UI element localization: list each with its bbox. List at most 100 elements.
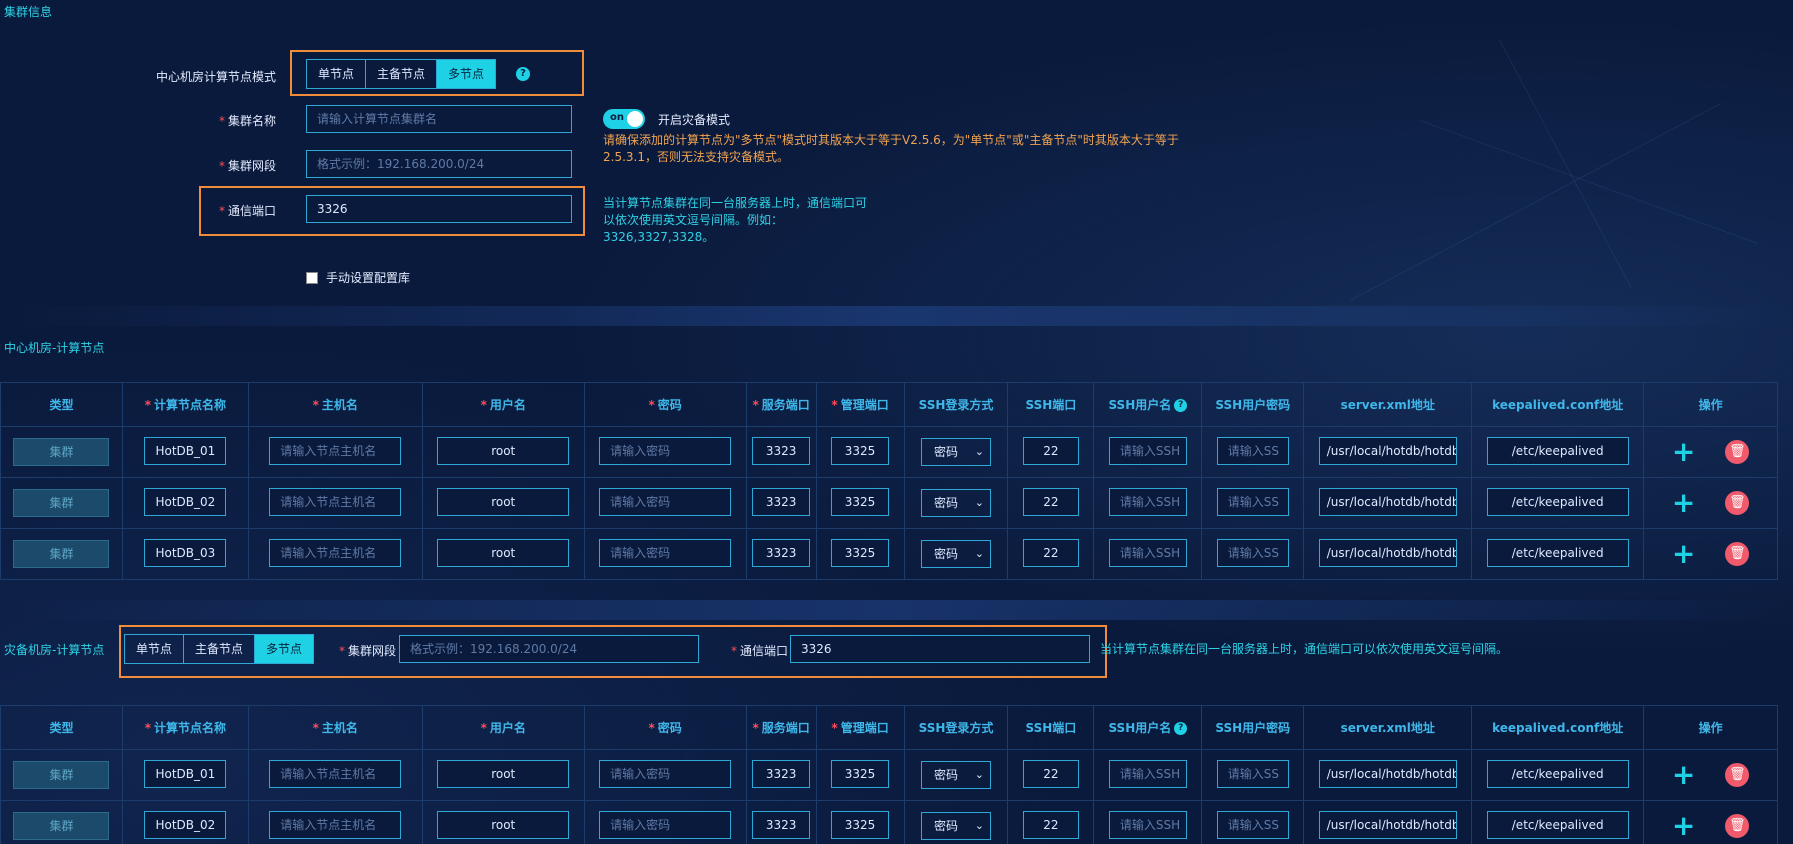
trash-icon[interactable]: 🗑	[1725, 763, 1750, 787]
username-input[interactable]: root	[437, 810, 570, 839]
ssh-password-input[interactable]: 请输入SS	[1216, 436, 1289, 465]
ssh-method-select[interactable]: 密码 ⌄	[920, 540, 991, 568]
plus-icon[interactable]: +	[1672, 438, 1695, 466]
dr-port-input[interactable]: 3326	[790, 635, 1090, 663]
username-input[interactable]: root	[437, 759, 570, 788]
keepalived-input[interactable]: /etc/keepalived	[1486, 487, 1629, 516]
manage-port-input[interactable]: 3325	[831, 759, 890, 788]
dr-mode-option-multi[interactable]: 多节点	[255, 635, 314, 663]
ssh-user-input[interactable]: 请输入SSH	[1108, 810, 1187, 839]
ssh-password-input[interactable]: 请输入SS	[1216, 538, 1289, 567]
server-xml-input[interactable]: /usr/local/hotdb/hotdb	[1318, 538, 1457, 567]
type-button[interactable]: 集群	[13, 812, 110, 840]
ssh-method-select[interactable]: 密码 ⌄	[920, 812, 991, 840]
manage-port-input[interactable]: 3325	[831, 436, 890, 465]
trash-icon[interactable]: 🗑	[1725, 440, 1750, 464]
mode-option-master-slave[interactable]: 主备节点	[366, 60, 438, 88]
ssh-port-input[interactable]: 22	[1022, 436, 1079, 465]
server-xml-input[interactable]: /usr/local/hotdb/hotdb	[1318, 436, 1457, 465]
trash-icon[interactable]: 🗑	[1725, 542, 1750, 566]
plus-icon[interactable]: +	[1672, 812, 1695, 840]
ssh-port-input[interactable]: 22	[1022, 759, 1079, 788]
center-mode-segmented[interactable]: 单节点 主备节点 多节点	[306, 59, 497, 89]
help-icon[interactable]: ?	[1174, 722, 1188, 735]
keepalived-input[interactable]: /etc/keepalived	[1486, 810, 1629, 839]
password-input[interactable]: 请输入密码	[599, 810, 732, 839]
username-input[interactable]: root	[437, 538, 570, 567]
dr-mode-segmented[interactable]: 单节点 主备节点 多节点	[124, 634, 315, 664]
ssh-method-select[interactable]: 密码 ⌄	[920, 761, 991, 789]
ssh-password-input[interactable]: 请输入SS	[1216, 487, 1289, 516]
hostname-input[interactable]: 请输入节点主机名	[269, 810, 402, 839]
table-cell: 请输入节点主机名	[247, 800, 423, 844]
type-button[interactable]: 集群	[13, 438, 110, 466]
hostname-input[interactable]: 请输入节点主机名	[269, 538, 402, 567]
node-name-input[interactable]: HotDB_03	[144, 538, 227, 567]
service-port-input[interactable]: 3323	[752, 487, 811, 516]
plus-icon[interactable]: +	[1672, 540, 1695, 568]
node-name-input[interactable]: HotDB_01	[144, 759, 227, 788]
ssh-port-input[interactable]: 22	[1022, 487, 1079, 516]
keepalived-input[interactable]: /etc/keepalived	[1486, 759, 1629, 788]
ssh-user-input[interactable]: 请输入SSH	[1108, 759, 1187, 788]
password-input[interactable]: 请输入密码	[599, 436, 732, 465]
password-input[interactable]: 请输入密码	[599, 538, 732, 567]
cluster-segment-input[interactable]: 格式示例：192.168.200.0/24	[306, 150, 572, 178]
server-xml-input[interactable]: /usr/local/hotdb/hotdb	[1318, 487, 1457, 516]
plus-icon[interactable]: +	[1672, 761, 1695, 789]
hostname-input[interactable]: 请输入节点主机名	[269, 759, 402, 788]
manual-config-checkbox[interactable]	[306, 272, 318, 284]
hostname-input[interactable]: 请输入节点主机名	[269, 487, 402, 516]
mode-option-multi[interactable]: 多节点	[437, 60, 496, 88]
node-name-input[interactable]: HotDB_02	[144, 487, 227, 516]
keepalived-input[interactable]: /etc/keepalived	[1486, 538, 1629, 567]
keepalived-input[interactable]: /etc/keepalived	[1486, 436, 1629, 465]
dr-mode-option-master-slave[interactable]: 主备节点	[184, 635, 256, 663]
column-header: SSH用户密码	[1201, 705, 1305, 750]
dr-mode-toggle[interactable]: on	[603, 109, 645, 129]
node-name-input[interactable]: HotDB_01	[144, 436, 227, 465]
username-input[interactable]: root	[437, 487, 570, 516]
hostname-input[interactable]: 请输入节点主机名	[269, 436, 402, 465]
table-cell: 密码 ⌄	[903, 528, 1009, 580]
ssh-user-input[interactable]: 请输入SSH	[1108, 538, 1187, 567]
password-input[interactable]: 请输入密码	[599, 487, 732, 516]
dr-segment-input[interactable]: 格式示例：192.168.200.0/24	[399, 635, 699, 663]
trash-icon[interactable]: 🗑	[1725, 491, 1750, 515]
manage-port-input[interactable]: 3325	[831, 487, 890, 516]
ssh-port-input[interactable]: 22	[1022, 538, 1079, 567]
type-button[interactable]: 集群	[13, 489, 110, 517]
server-xml-input[interactable]: /usr/local/hotdb/hotdb	[1318, 810, 1457, 839]
ssh-password-input[interactable]: 请输入SS	[1216, 810, 1289, 839]
toggle-knob	[627, 111, 643, 127]
ssh-user-input[interactable]: 请输入SSH	[1108, 487, 1187, 516]
service-port-input[interactable]: 3323	[752, 759, 811, 788]
ssh-user-input[interactable]: 请输入SSH	[1108, 436, 1187, 465]
ssh-port-input[interactable]: 22	[1022, 810, 1079, 839]
type-button[interactable]: 集群	[13, 540, 110, 568]
manage-port-input[interactable]: 3325	[831, 810, 890, 839]
manage-port-input[interactable]: 3325	[831, 538, 890, 567]
password-input[interactable]: 请输入密码	[599, 759, 732, 788]
ssh-method-select[interactable]: 密码 ⌄	[920, 489, 991, 517]
ssh-method-select[interactable]: 密码 ⌄	[920, 438, 991, 466]
service-port-input[interactable]: 3323	[752, 436, 811, 465]
trash-icon[interactable]: 🗑	[1725, 814, 1750, 838]
help-icon[interactable]: ?	[1174, 399, 1188, 412]
username-input[interactable]: root	[437, 436, 570, 465]
ssh-password-input[interactable]: 请输入SS	[1216, 759, 1289, 788]
mode-option-single[interactable]: 单节点	[307, 60, 367, 88]
port-input[interactable]: 3326	[306, 195, 572, 223]
dr-mode-option-single[interactable]: 单节点	[125, 635, 185, 663]
plus-icon[interactable]: +	[1672, 489, 1695, 517]
required-marker: *	[648, 721, 655, 735]
server-xml-input[interactable]: /usr/local/hotdb/hotdb	[1318, 759, 1457, 788]
service-port-input[interactable]: 3323	[752, 810, 811, 839]
column-header: keepalived.conf地址	[1471, 382, 1645, 427]
node-name-input[interactable]: HotDB_02	[144, 810, 227, 839]
cluster-name-input[interactable]: 请输入计算节点集群名	[306, 105, 572, 133]
help-icon[interactable]: ?	[516, 67, 530, 81]
type-button[interactable]: 集群	[13, 761, 110, 789]
column-header: * 管理端口	[815, 382, 905, 427]
service-port-input[interactable]: 3323	[752, 538, 811, 567]
